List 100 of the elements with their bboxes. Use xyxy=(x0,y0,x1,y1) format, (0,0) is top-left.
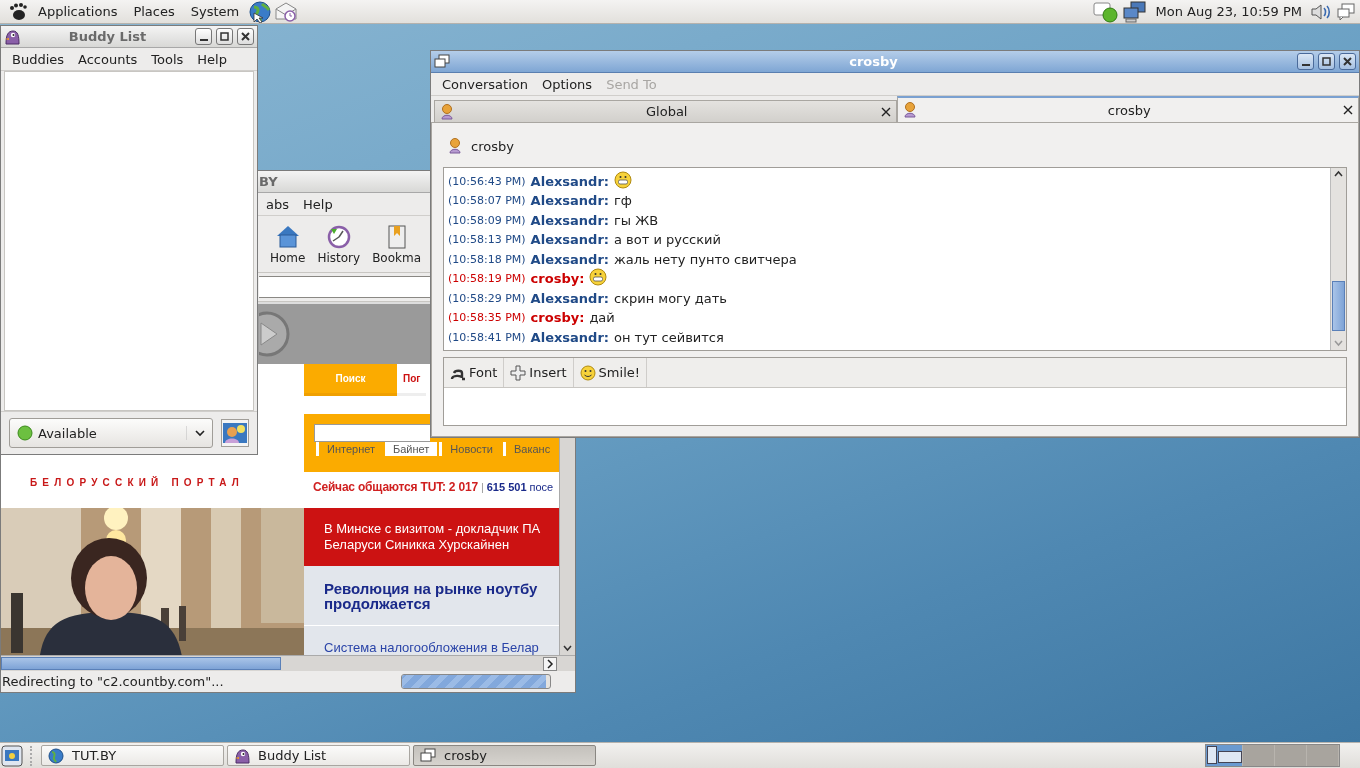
sender-name: crosby: xyxy=(530,271,585,286)
font-button[interactable]: Font xyxy=(444,358,505,387)
avatar-icon xyxy=(223,423,247,443)
taskbar-button[interactable]: Buddy List xyxy=(227,745,410,766)
speech-bubbles-icon[interactable] xyxy=(1336,1,1356,22)
status-dropdown[interactable]: Available xyxy=(9,418,213,448)
timestamp: (10:58:41 PM) xyxy=(448,330,526,345)
toolbar-button[interactable]: Home xyxy=(269,221,307,267)
maximize-icon xyxy=(220,32,229,41)
sender-name: Alexsandr: xyxy=(530,329,609,345)
buddy-name: crosby xyxy=(471,138,514,154)
search-field[interactable] xyxy=(314,424,430,442)
person-icon xyxy=(441,103,453,120)
globe-icon xyxy=(48,747,64,764)
visitor-count: 615 501 xyxy=(486,481,527,493)
timestamp: (10:58:13 PM) xyxy=(448,233,526,247)
show-desktop-icon[interactable] xyxy=(1,744,23,767)
menu-item[interactable]: System xyxy=(184,4,246,19)
network-icon[interactable] xyxy=(1123,0,1148,23)
conversation-tab[interactable]: crosby xyxy=(896,96,1359,122)
timestamp: (10:58:07 PM) xyxy=(448,194,526,208)
buddy-icon xyxy=(449,138,461,154)
close-icon xyxy=(880,106,891,117)
scrollbar[interactable] xyxy=(1,655,575,671)
window-title: crosby xyxy=(848,54,899,69)
person-icon xyxy=(903,102,916,118)
sender-name: Alexsandr: xyxy=(530,232,609,247)
timestamp: (10:58:18 PM) xyxy=(448,252,526,267)
toolbar-button[interactable]: History xyxy=(316,221,362,267)
menu-item[interactable]: Accounts xyxy=(71,51,145,67)
minimize-icon xyxy=(199,39,208,41)
status-dot-icon xyxy=(17,425,33,441)
close-button[interactable] xyxy=(1339,53,1356,70)
menu-item[interactable]: Help xyxy=(296,196,340,212)
insert-button[interactable]: Insert xyxy=(504,358,574,387)
message-text: скрин могу дать xyxy=(614,290,727,306)
online-count: Сейчас общаются TUT: 2 017 xyxy=(313,480,478,494)
visitor-label: посе xyxy=(529,481,554,493)
message-text: он тут сейвится xyxy=(614,329,724,345)
menu-item[interactable]: abs xyxy=(259,196,296,212)
message-text: дай xyxy=(589,310,615,325)
conversation-tab[interactable]: Global xyxy=(434,100,897,122)
plus-icon xyxy=(510,364,527,381)
timestamp: (10:58:09 PM) xyxy=(448,213,526,228)
maximize-button[interactable] xyxy=(1318,53,1335,70)
close-button[interactable] xyxy=(237,28,254,45)
bird-icon xyxy=(234,747,250,764)
workspace-switcher[interactable] xyxy=(1205,744,1340,767)
message-text: а вот и русский xyxy=(614,232,721,247)
taskbar-button[interactable]: TUT.BY xyxy=(41,745,224,766)
minimize-button[interactable] xyxy=(195,28,212,45)
foot-icon[interactable] xyxy=(8,1,28,22)
address-field[interactable] xyxy=(259,276,431,298)
smile-button[interactable]: Smile! xyxy=(573,358,647,387)
envelope-clock-icon[interactable] xyxy=(275,0,298,23)
scrollbar[interactable] xyxy=(559,437,575,655)
timestamp: (10:56:43 PM) xyxy=(448,174,526,189)
toolbar-button[interactable]: Bookma xyxy=(371,221,423,267)
minimize-button[interactable] xyxy=(1297,53,1314,70)
message-text: жаль нету пунто свитчера xyxy=(614,251,797,267)
menu-item[interactable]: Tools xyxy=(144,51,191,67)
close-icon xyxy=(241,32,250,41)
message-text: гы ЖВ xyxy=(614,212,659,228)
close-icon xyxy=(1343,57,1352,66)
globe-icon[interactable] xyxy=(249,0,272,23)
maximize-icon xyxy=(1322,57,1331,66)
menu-item[interactable]: Applications xyxy=(32,4,124,19)
volume-icon[interactable] xyxy=(1310,1,1332,22)
menu-item[interactable]: Buddies xyxy=(5,51,72,67)
taskbar-button[interactable]: crosby xyxy=(413,745,596,766)
speech-bubbles-icon xyxy=(434,53,450,70)
scroll-thumb[interactable] xyxy=(1,657,281,670)
menu-item[interactable]: Places xyxy=(127,4,181,19)
sender-name: Alexsandr: xyxy=(530,212,609,228)
message-text: гф xyxy=(614,193,632,208)
menu-item[interactable]: Help xyxy=(190,51,234,67)
bird-icon xyxy=(4,28,20,45)
menu-item[interactable]: Conversation xyxy=(435,76,535,92)
scroll-right-icon xyxy=(543,656,557,671)
close-icon xyxy=(1343,105,1353,115)
window-title: Buddy List xyxy=(67,29,148,44)
sender-name: Alexsandr: xyxy=(530,173,609,189)
search-tab[interactable]: Байнет xyxy=(385,442,438,456)
timestamp: (10:58:19 PM) xyxy=(448,272,526,286)
maximize-button[interactable] xyxy=(216,28,233,45)
timestamp: (10:58:35 PM) xyxy=(448,311,526,325)
separator: | xyxy=(480,481,484,493)
chat-status-icon[interactable] xyxy=(1093,0,1120,23)
sender-name: Alexsandr: xyxy=(530,290,609,306)
timestamp: (10:58:29 PM) xyxy=(448,291,526,306)
status-text: Redirecting to "c2.countby.com"... xyxy=(2,674,224,689)
scroll-thumb[interactable] xyxy=(1332,281,1345,331)
window-title: BY xyxy=(259,174,278,189)
sender-name: Alexsandr: xyxy=(530,251,609,267)
scrollbar[interactable] xyxy=(1330,168,1346,350)
search-tab[interactable]: Новости xyxy=(439,442,501,456)
speech-bubbles-icon xyxy=(420,747,436,764)
menu-item[interactable]: Options xyxy=(534,76,600,92)
avatar-button[interactable] xyxy=(221,419,249,447)
clock[interactable]: Mon Aug 23, 10:59 PM xyxy=(1151,4,1306,19)
